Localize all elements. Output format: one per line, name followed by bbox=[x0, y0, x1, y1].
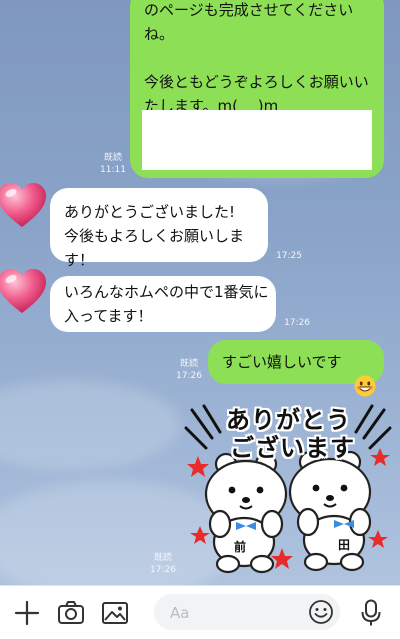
read-receipt: 既読 bbox=[103, 153, 122, 163]
camera-icon[interactable] bbox=[56, 598, 86, 628]
their-message-bubble[interactable]: いろんなホムペの中で1番気に入ってます！ bbox=[50, 276, 276, 332]
message-text: いろんなホムペの中で1番気に入ってます！ bbox=[64, 283, 269, 325]
message-composer-bar bbox=[0, 585, 400, 639]
read-receipt: 既読 bbox=[179, 359, 198, 369]
message-meta: 既読 17:26 bbox=[172, 358, 206, 382]
image-icon[interactable] bbox=[100, 598, 130, 628]
sticker[interactable]: ありがとう ございます 前 田 bbox=[184, 398, 394, 578]
sticker-text: ございます bbox=[230, 434, 355, 462]
message-time: 17:26 bbox=[284, 318, 310, 328]
message-meta: 既読 11:11 bbox=[96, 152, 130, 176]
redacted-area bbox=[142, 110, 372, 170]
message-meta: 17:25 bbox=[270, 250, 302, 262]
message-meta: 既読 17:26 bbox=[146, 552, 180, 576]
message-text: すごい嬉しいです bbox=[222, 353, 342, 371]
message-meta: 17:26 bbox=[278, 317, 310, 329]
my-message-bubble[interactable]: すごい嬉しいです bbox=[208, 340, 384, 397]
chat-screen: のページも完成させてくださいね。 今後ともどうぞよろしくお願いいたします。m(_… bbox=[0, 0, 400, 639]
smiley-icon[interactable] bbox=[308, 599, 334, 625]
their-message-bubble[interactable]: ありがとうございました! 今後もよろしくお願いします！ bbox=[50, 188, 268, 269]
message-time: 17:25 bbox=[276, 251, 302, 261]
sticker-badge: 田 bbox=[338, 538, 351, 552]
message-time: 17:26 bbox=[176, 371, 202, 381]
message-text: ありがとうございました! 今後もよろしくお願いします！ bbox=[64, 203, 245, 269]
message-text: のページも完成させてくださいね。 今後ともどうぞよろしくお願いいたします。m(_… bbox=[144, 1, 369, 115]
microphone-icon[interactable] bbox=[356, 598, 386, 628]
my-message-bubble[interactable]: のページも完成させてくださいね。 今後ともどうぞよろしくお願いいたします。m(_… bbox=[130, 0, 384, 178]
sticker-badge: 前 bbox=[234, 540, 247, 554]
message-time: 17:26 bbox=[150, 565, 176, 575]
read-receipt: 既読 bbox=[153, 553, 172, 563]
background-cloud bbox=[0, 380, 180, 470]
message-time: 11:11 bbox=[100, 165, 126, 175]
grinning-emoji-icon bbox=[354, 351, 376, 397]
message-input[interactable] bbox=[168, 594, 292, 632]
message-input-container[interactable] bbox=[154, 594, 340, 632]
plus-icon[interactable] bbox=[12, 598, 42, 628]
heart-icon[interactable] bbox=[0, 266, 48, 318]
heart-icon[interactable] bbox=[0, 180, 48, 232]
